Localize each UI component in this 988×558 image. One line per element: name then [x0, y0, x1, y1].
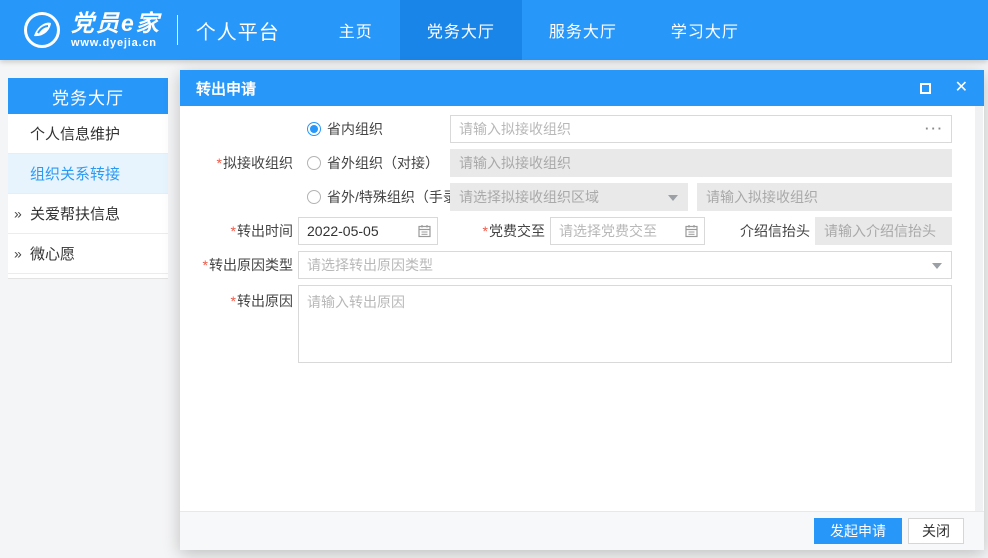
- fee-paid-until-label: *党费交至: [438, 221, 545, 241]
- platform-title: 个人平台: [196, 16, 280, 45]
- close-icon[interactable]: ✕: [955, 80, 968, 96]
- form-row-dates: *转出时间 *党费交至 介绍信抬头: [180, 217, 952, 245]
- form-row-reason: *转出原因: [180, 285, 952, 363]
- required-asterisk: *: [483, 223, 488, 239]
- receiving-org-label: *拟接收组织: [180, 153, 293, 173]
- receiving-org-input-disabled: [450, 149, 952, 177]
- letter-title-label: 介绍信抬头: [705, 221, 810, 241]
- reason-type-select[interactable]: 请选择转出原因类型: [298, 251, 952, 279]
- form-row-receiving-org-2: *拟接收组织 省外组织（对接）: [180, 149, 952, 177]
- sidebar-item-label: 关爱帮扶信息: [30, 203, 120, 224]
- form-row-receiving-org-3: 省外/特殊组织（手录） 请选择拟接收组织区域: [180, 183, 952, 211]
- logo-url: www.dyejia.cn: [71, 37, 161, 49]
- chevron-right-icon: »: [14, 205, 22, 221]
- sidebar-item-label: 组织关系转接: [30, 163, 120, 184]
- sidebar-item-label: 个人信息维护: [30, 123, 120, 144]
- required-asterisk: *: [231, 293, 236, 309]
- submit-application-button[interactable]: 发起申请: [814, 518, 902, 544]
- close-button[interactable]: 关闭: [908, 518, 964, 544]
- radio-option-out-province[interactable]: 省外组织（对接）: [298, 153, 450, 173]
- main-nav: 主页 党务大厅 服务大厅 学习大厅: [312, 0, 766, 60]
- org-picker-ellipsis-icon[interactable]: ···: [925, 121, 944, 136]
- fee-paid-until-input[interactable]: [550, 217, 705, 245]
- required-asterisk: *: [231, 223, 236, 239]
- nav-service-hall[interactable]: 服务大厅: [522, 0, 644, 60]
- dialog-title: 转出申请: [196, 78, 256, 99]
- sidebar-item-care-support[interactable]: » 关爱帮扶信息: [8, 194, 168, 234]
- receiving-region-select: 请选择拟接收组织区域: [450, 183, 688, 211]
- dropdown-caret-icon: [932, 263, 942, 269]
- calendar-icon[interactable]: [418, 225, 431, 238]
- calendar-icon[interactable]: [685, 225, 698, 238]
- nav-party-hall[interactable]: 党务大厅: [400, 0, 522, 60]
- sidebar-item-label: 微心愿: [30, 243, 75, 264]
- nav-home[interactable]: 主页: [312, 0, 400, 60]
- modal-scrollbar[interactable]: [975, 106, 983, 550]
- logo-icon: [22, 10, 62, 50]
- dropdown-caret-icon: [668, 195, 678, 201]
- reason-textarea[interactable]: [298, 285, 952, 363]
- radio-icon[interactable]: [307, 156, 321, 170]
- top-header: 党员e家 www.dyejia.cn 个人平台 主页 党务大厅 服务大厅 学习大…: [0, 0, 988, 60]
- radio-option-special-org[interactable]: 省外/特殊组织（手录）: [298, 187, 450, 207]
- receiving-org-input[interactable]: [450, 115, 952, 143]
- sidebar-title: 党务大厅: [8, 78, 168, 114]
- radio-icon[interactable]: [307, 190, 321, 204]
- form-row-receiving-org-1: 省内组织 ···: [180, 115, 952, 143]
- transfer-date-label: *转出时间: [180, 221, 293, 241]
- dialog-titlebar: 转出申请 ✕: [180, 70, 984, 106]
- sidebar-item-micro-wish[interactable]: » 微心愿: [8, 234, 168, 274]
- transfer-date-input[interactable]: [298, 217, 438, 245]
- logo: 党员e家 www.dyejia.cn: [0, 0, 161, 60]
- reason-type-label: *转出原因类型: [180, 255, 293, 275]
- form-row-reason-type: *转出原因类型 请选择转出原因类型: [180, 251, 952, 279]
- reason-label: *转出原因: [180, 285, 293, 311]
- required-asterisk: *: [217, 155, 222, 171]
- receiving-org-manual-input: [697, 183, 952, 211]
- maximize-icon[interactable]: [920, 83, 931, 94]
- nav-study-hall[interactable]: 学习大厅: [644, 0, 766, 60]
- header-divider: [177, 15, 178, 45]
- logo-title: 党员e家: [71, 11, 161, 35]
- required-asterisk: *: [203, 257, 208, 273]
- radio-icon[interactable]: [307, 122, 321, 136]
- transfer-out-form: 省内组织 ··· *拟接收组织 省外组织（对接） 省外/特殊组织（手录）: [180, 106, 984, 363]
- dialog-footer: 发起申请 关闭: [180, 511, 984, 550]
- sidebar-item-personal-info[interactable]: 个人信息维护: [8, 114, 168, 154]
- sidebar: 党务大厅 个人信息维护 组织关系转接 » 关爱帮扶信息 » 微心愿: [8, 78, 168, 279]
- letter-title-input: [815, 217, 952, 245]
- sidebar-item-org-transfer[interactable]: 组织关系转接: [8, 154, 168, 194]
- chevron-right-icon: »: [14, 245, 22, 261]
- radio-option-in-province[interactable]: 省内组织: [298, 119, 450, 139]
- transfer-out-dialog: 转出申请 ✕ 省内组织 ··· *拟接收组织 省外组织（: [180, 70, 984, 550]
